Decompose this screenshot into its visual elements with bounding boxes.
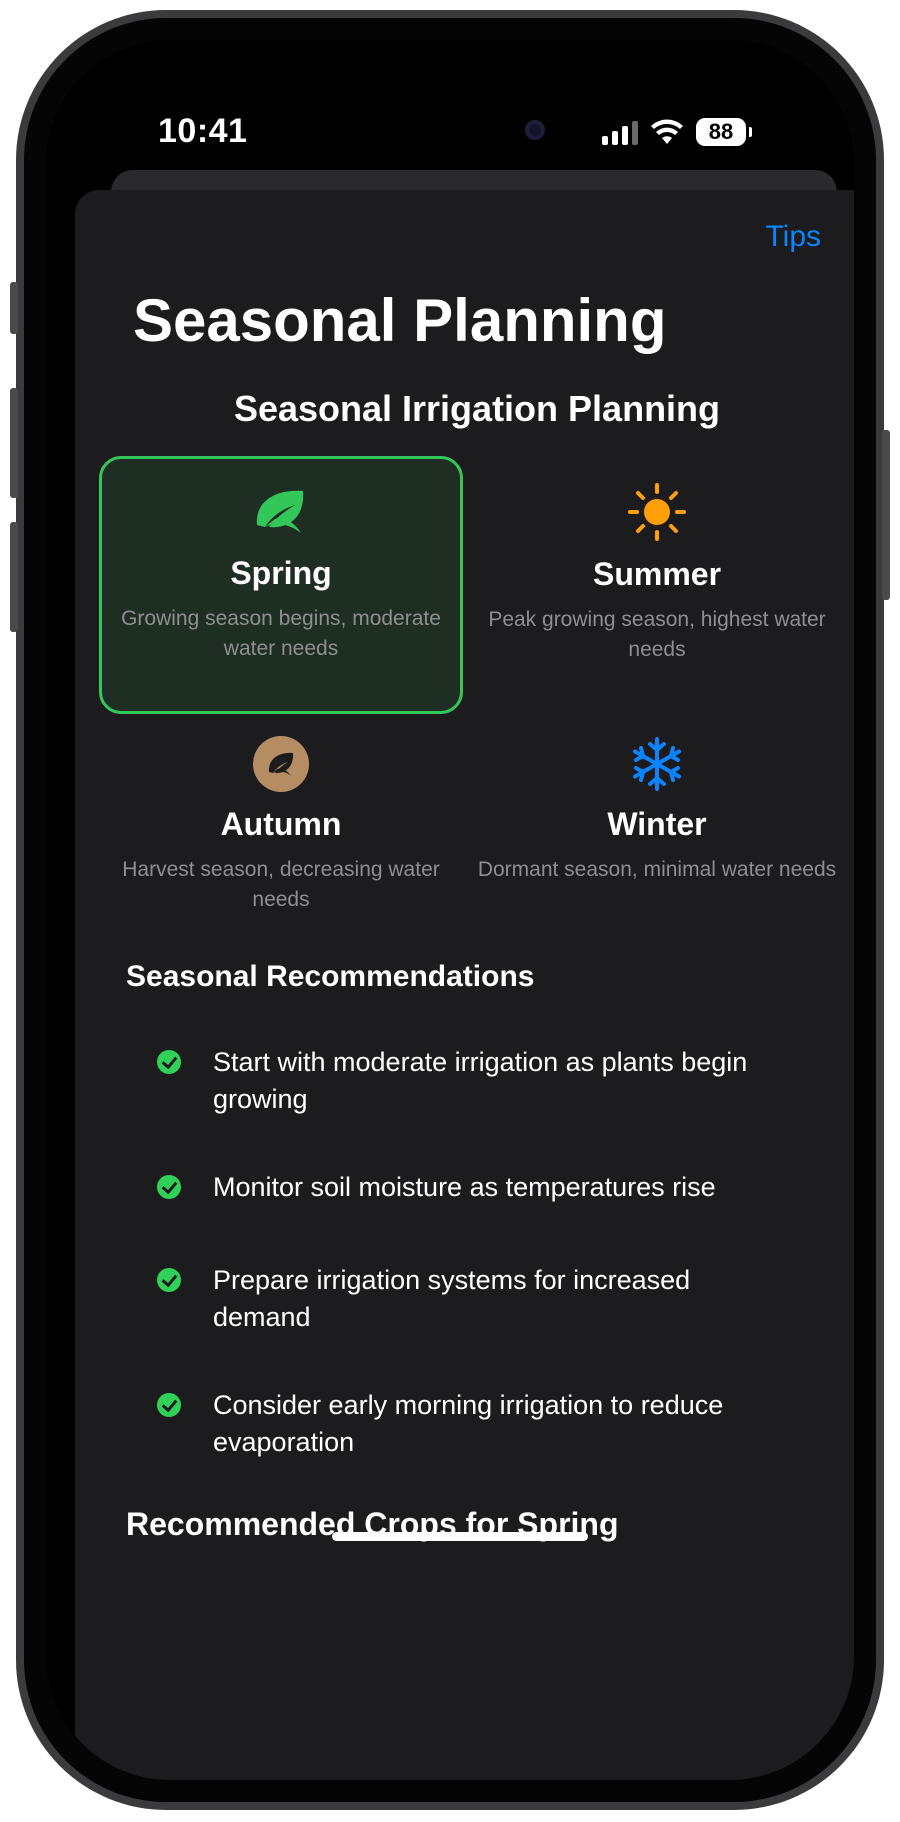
- battery-icon: 88: [696, 118, 752, 146]
- sun-icon: [628, 483, 686, 541]
- volume-down-button: [10, 522, 18, 632]
- season-description: Harvest season, decreasing water needs: [122, 858, 440, 911]
- home-indicator[interactable]: [332, 1532, 588, 1541]
- season-card-winter[interactable]: Winter Dormant season, minimal water nee…: [475, 710, 839, 968]
- recommendation-text: Consider early morning irrigation to red…: [213, 1390, 724, 1457]
- checkmark-icon: [157, 1268, 181, 1292]
- action-button: [10, 282, 18, 334]
- season-description: Dormant season, minimal water needs: [477, 858, 837, 881]
- checkmark-icon: [157, 1393, 181, 1417]
- season-description: Growing season begins, moderate water ne…: [121, 607, 441, 660]
- season-name: Autumn: [220, 806, 342, 842]
- season-description: Peak growing season, highest water needs: [488, 608, 826, 661]
- season-name: Winter: [607, 806, 707, 842]
- device-bezel: 10:41 88 Tips Seasonal Planning Seasonal…: [24, 18, 876, 1802]
- recommendations-title: Seasonal Recommendations: [126, 960, 535, 993]
- status-time: 10:41: [158, 112, 248, 150]
- recommendation-text: Monitor soil moisture as temperatures ri…: [213, 1172, 716, 1202]
- wifi-icon: [651, 119, 683, 144]
- page-title: Seasonal Planning: [133, 287, 667, 354]
- season-card-summer[interactable]: Summer Peak growing season, highest wate…: [475, 456, 839, 714]
- recommendation-text: Start with moderate irrigation as plants…: [213, 1047, 748, 1114]
- battery-level: 88: [708, 119, 734, 144]
- season-card-autumn[interactable]: Autumn Harvest season, decreasing water …: [99, 710, 463, 968]
- autumn-leaf-icon: [253, 736, 309, 792]
- camera-icon: [525, 120, 545, 140]
- season-name: Summer: [592, 556, 722, 592]
- recommendation-text: Prepare irrigation systems for increased…: [213, 1265, 691, 1332]
- season-card-spring[interactable]: Spring Growing season begins, moderate w…: [99, 456, 463, 714]
- screen: 10:41 88 Tips Seasonal Planning Seasonal…: [46, 40, 854, 1780]
- season-name: Spring: [230, 555, 332, 591]
- leaf-icon: [256, 490, 304, 533]
- section-title: Seasonal Irrigation Planning: [233, 388, 721, 429]
- seasonal-planning-sheet: Tips Seasonal Planning Seasonal Irrigati…: [75, 190, 854, 1780]
- cellular-signal-icon: [602, 119, 638, 145]
- snowflake-icon: [633, 737, 681, 791]
- checkmark-icon: [157, 1175, 181, 1199]
- checkmark-icon: [157, 1050, 181, 1074]
- tips-button[interactable]: Tips: [765, 220, 821, 254]
- device-frame: 10:41 88 Tips Seasonal Planning Seasonal…: [10, 10, 890, 1810]
- volume-up-button: [10, 388, 18, 498]
- status-icons: 88: [602, 118, 752, 146]
- power-button: [882, 430, 890, 600]
